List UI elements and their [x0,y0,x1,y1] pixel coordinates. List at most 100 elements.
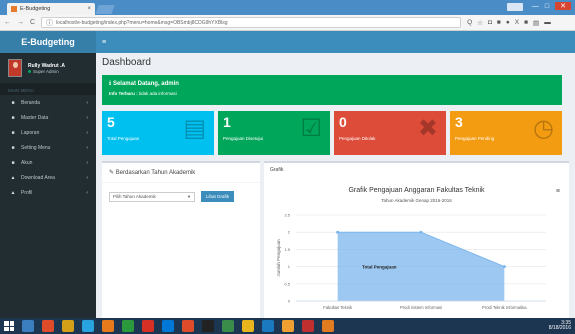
sidebar-item-label: Download Area [21,174,55,181]
series-label: Total Pengajuan [362,265,397,270]
new-tab-button[interactable] [95,5,115,14]
taskbar-app-icon[interactable] [162,320,174,332]
menu-icon: ■ [11,144,15,151]
sidebar-item-profil[interactable]: ▲ Profil ‹ [0,185,96,200]
back-icon[interactable]: ← [4,19,11,26]
clock-icon: ◷ [533,115,554,142]
sidebar-item-master-data[interactable]: ■ Master Data ‹ [0,110,96,125]
url-input[interactable]: ⓘ localhost/e-budgeting/index.php?menu=h… [41,17,462,28]
sidebar-item-download-area[interactable]: ▲ Download Area ‹ [0,170,96,185]
menu-icon: ■ [11,99,15,106]
user-panel: Rully Wadrut .A Super Admin [0,53,96,83]
stat-pengajuan-ditolak[interactable]: 0 Pengajuan Ditolak ✖ [334,111,446,155]
taskbar-app-icon[interactable] [282,320,294,332]
sidebar-item-laporan[interactable]: ■ Laporan ‹ [0,125,96,140]
sidebar-item-label: Beranda [21,99,40,106]
filter-box: ✎ Berdasarkan Tahun Akademik Pilih Tahun… [102,161,260,318]
address-bar: ← → C ⓘ localhost/e-budgeting/index.php?… [0,15,575,31]
extension-icon[interactable]: Q [467,19,472,27]
menu-icon: ■ [11,159,15,166]
chevron-left-icon: ‹ [86,99,88,106]
online-status-icon [28,69,31,73]
taskbar-app-icon[interactable] [62,320,74,332]
stat-pengajuan-disetujui[interactable]: 1 Pengajuan Disetujui ☑ [218,111,330,155]
caret-down-icon: ▼ [187,194,191,199]
sidebar-item-label: Profil [21,189,33,196]
close-window-icon[interactable]: ✕ [555,2,571,10]
taskbar-app-icon[interactable] [262,320,274,332]
taskbar-app-icon[interactable] [122,320,134,332]
data-point[interactable] [336,230,340,234]
taskbar-app-icon[interactable] [82,320,94,332]
windows-start-icon[interactable] [4,321,14,331]
forward-icon[interactable]: → [17,19,24,26]
stat-label: Pengajuan Disetujui [223,136,264,141]
y-tick-label: 0.5 [284,281,290,286]
stat-label: Pengajuan Ditolak [339,136,376,141]
stat-number: 1 [223,114,231,130]
maximize-icon[interactable]: □ [545,3,549,10]
reload-icon[interactable]: C [30,19,35,26]
tab-close-icon[interactable]: × [87,6,91,12]
x-tick-label: Prodi Sistem Informasi [400,305,442,310]
extension-icon[interactable]: ■ [497,19,501,27]
extension-icons: Q ☆ ◘ ■ ● X ■ ▤ ▬ [467,19,551,27]
stat-pengajuan-pending[interactable]: 3 Pengajuan Pending ◷ [450,111,562,155]
stat-number: 5 [107,114,115,130]
taskbar-app-icon[interactable] [202,320,214,332]
favicon-icon [11,6,17,12]
taskbar: 3:35 8/18/2016 [0,318,575,334]
minimize-icon[interactable]: — [532,3,539,10]
callout-title: ℹ Selamat Datang, admin [109,81,179,87]
extension-icon[interactable]: X [515,19,519,27]
taskbar-app-icon[interactable] [42,320,54,332]
browser-tab[interactable]: E-Budgeting × [7,3,95,15]
cross-icon: ✖ [417,115,438,142]
extension-icon[interactable]: ▬ [544,19,551,27]
lihat-grafik-button[interactable]: Lihat Grafik [201,191,235,202]
extension-icon[interactable]: ■ [524,19,528,27]
menu-icon: ▲ [10,189,16,196]
sidebar-item-label: Master Data [21,114,49,121]
taskbar-app-icon[interactable] [222,320,234,332]
browser-user-chip[interactable] [507,3,523,11]
page-title: Dashboard [102,57,151,68]
app-logo[interactable]: E-Budgeting [0,31,96,53]
chart-box: Grafik Grafik Pengajuan Anggaran Fakulta… [264,161,569,318]
user-role: Super Admin [28,69,65,74]
chevron-left-icon: ‹ [86,144,88,151]
chevron-left-icon: ‹ [86,189,88,196]
window-controls: — □ ✕ [532,2,571,10]
stat-label: Pengajuan Pending [455,136,495,141]
sidebar-item-akun[interactable]: ■ Akun ‹ [0,155,96,170]
taskbar-app-icon[interactable] [242,320,254,332]
taskbar-app-icon[interactable] [182,320,194,332]
taskbar-app-icon[interactable] [102,320,114,332]
tahun-akademik-select[interactable]: Pilih Tahun Akademik ▼ [109,191,195,202]
stat-total-pengajuan[interactable]: 5 Total Pengajuan ▤ [102,111,214,155]
main-content: Dashboard ℹ Selamat Datang, admin Info T… [96,53,575,318]
nav-header: MAIN MENU [0,83,96,95]
taskbar-app-icon[interactable] [302,320,314,332]
taskbar-app-icon[interactable] [322,320,334,332]
chevron-left-icon: ‹ [86,174,88,181]
sidebar-item-setting-menu[interactable]: ■ Setting Menu ‹ [0,140,96,155]
system-clock[interactable]: 3:35 8/18/2016 [548,320,571,332]
extension-icon[interactable]: ▤ [533,19,539,27]
taskbar-app-icon[interactable] [22,320,34,332]
extension-icon[interactable]: ☆ [477,19,483,27]
info-icon[interactable]: ⓘ [46,18,53,27]
tab-title: E-Budgeting [20,6,51,12]
data-point[interactable] [502,265,506,269]
extension-icon[interactable]: ● [506,19,510,27]
sidebar: E-Budgeting Rully Wadrut .A Super Admin … [0,31,96,318]
stat-label: Total Pengajuan [107,136,140,141]
extension-icon[interactable]: ◘ [488,19,492,27]
clock-date: 8/18/2016 [548,325,571,331]
menu-icon: ▲ [10,174,16,181]
data-point[interactable] [419,230,423,234]
sidebar-item-beranda[interactable]: ■ Beranda ‹ [0,95,96,110]
taskbar-app-icon[interactable] [142,320,154,332]
sidebar-toggle-icon[interactable]: ≡ [102,39,106,46]
y-tick-label: 1 [288,264,291,269]
